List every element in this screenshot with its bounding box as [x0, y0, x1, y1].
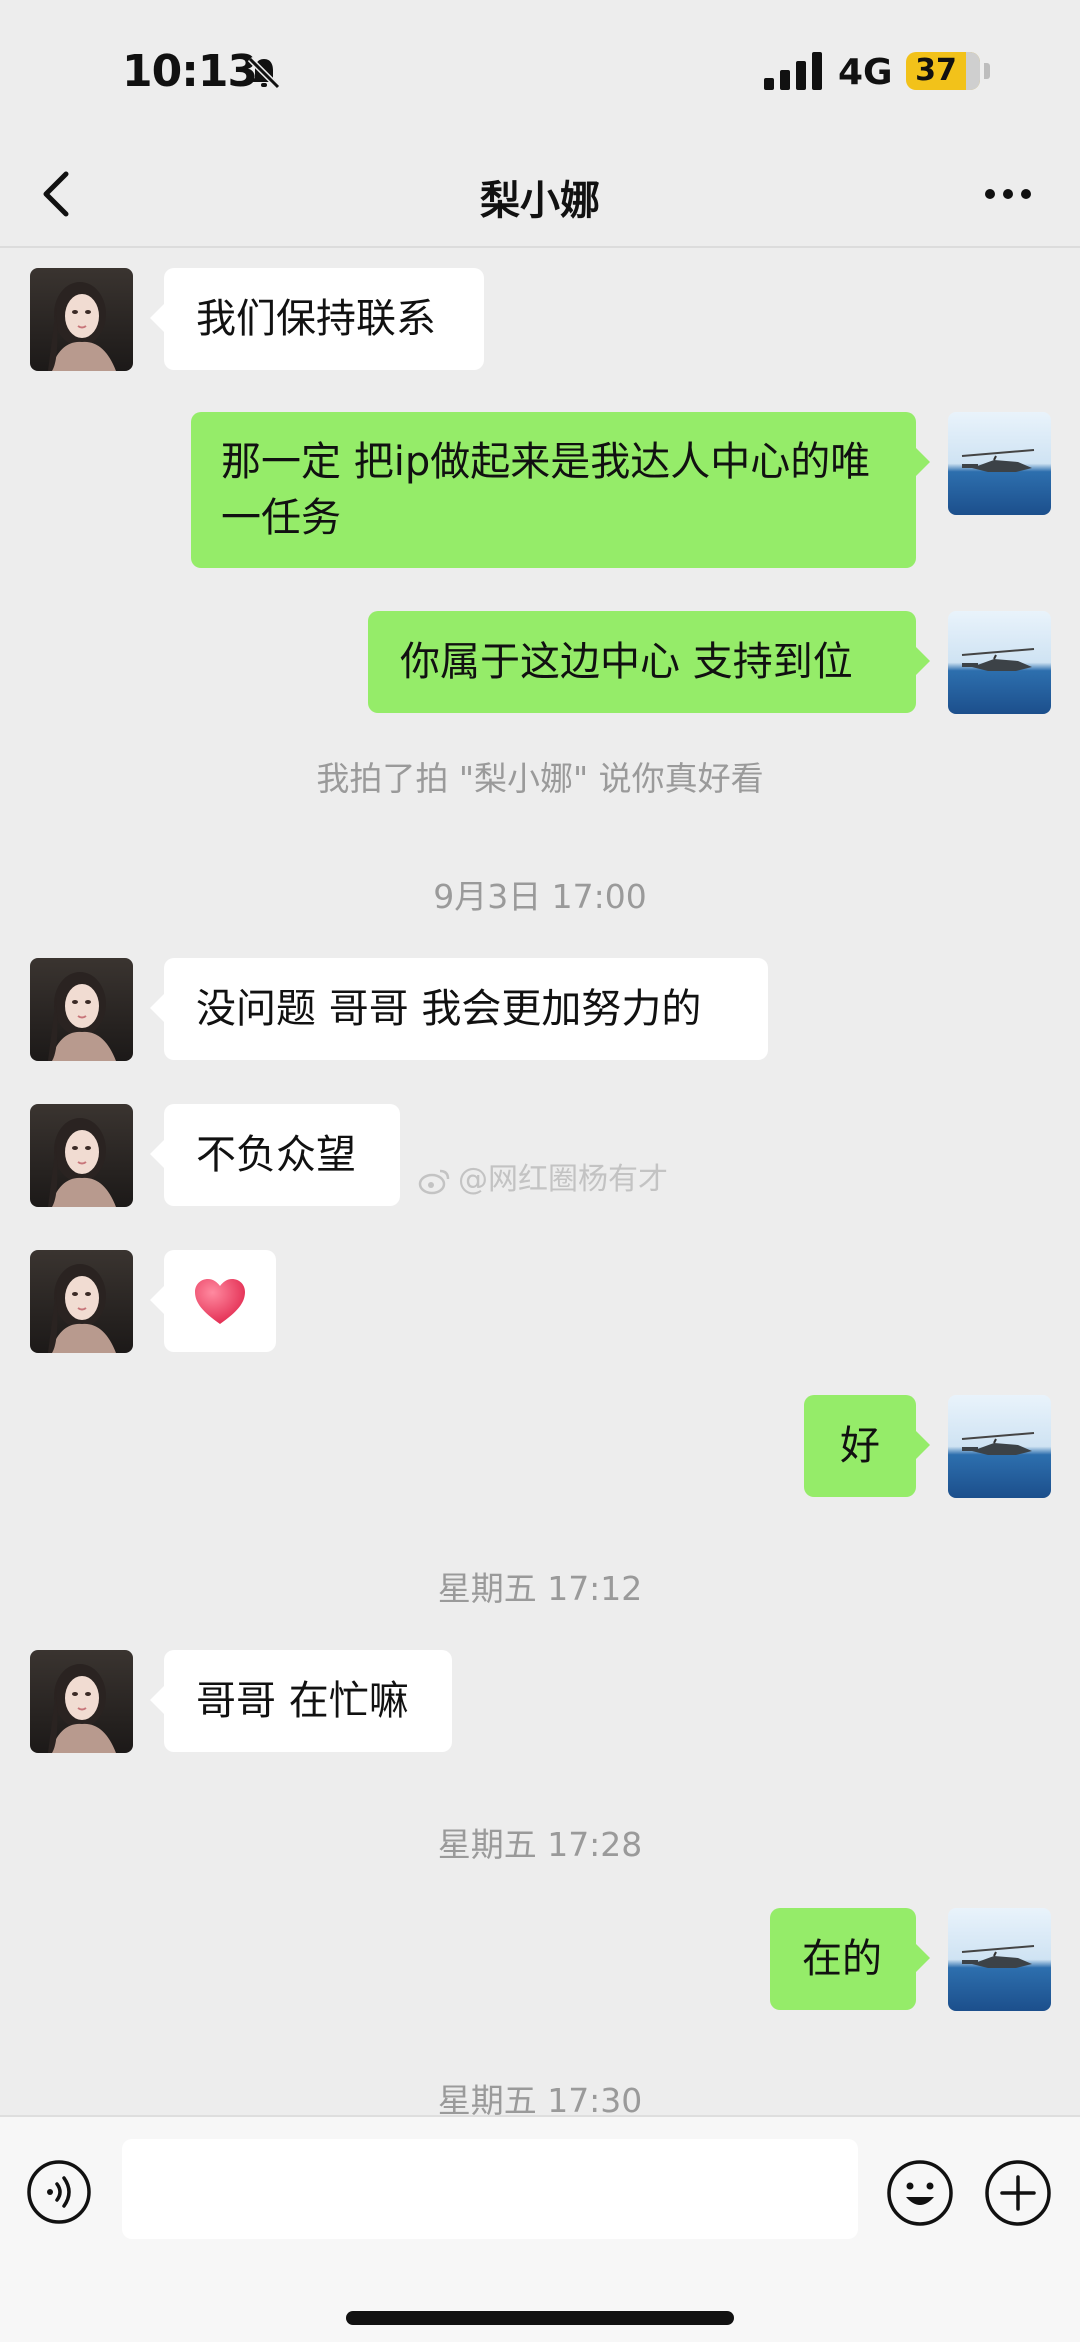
message-text: 没问题 哥哥 我会更加努力的	[196, 986, 702, 1032]
plus-icon[interactable]	[984, 2159, 1052, 2227]
bell-muted-icon	[247, 56, 281, 90]
contact-avatar[interactable]	[30, 1250, 133, 1353]
message-text: 我们保持联系	[196, 296, 436, 342]
incoming-message[interactable]: 不负众望	[150, 1104, 400, 1206]
watermark: @网红圈杨有才	[418, 1154, 668, 1198]
my-avatar[interactable]	[948, 412, 1051, 515]
my-avatar[interactable]	[948, 611, 1051, 714]
outgoing-message[interactable]: 好	[804, 1395, 930, 1497]
outgoing-message[interactable]: 你属于这边中心 支持到位	[368, 611, 930, 713]
battery-tip	[984, 63, 990, 79]
voice-icon[interactable]	[26, 2159, 92, 2225]
emoji-icon[interactable]	[886, 2159, 954, 2227]
contact-avatar[interactable]	[30, 1104, 133, 1207]
timestamp: 星期五 17:12	[437, 1569, 643, 1608]
weibo-icon	[418, 1169, 450, 1194]
message-text: 在的	[802, 1936, 882, 1982]
more-icon[interactable]	[982, 184, 1034, 204]
contact-avatar[interactable]	[30, 958, 133, 1061]
watermark-text: @网红圈杨有才	[458, 1162, 668, 1197]
message-text: 哥哥 在忙嘛	[196, 1678, 409, 1724]
chat-title: 梨小娜	[480, 178, 600, 224]
network-type: 4G	[838, 52, 893, 93]
incoming-message[interactable]: 没问题 哥哥 我会更加努力的	[150, 958, 768, 1060]
outgoing-message[interactable]: 在的	[770, 1908, 930, 2010]
my-avatar[interactable]	[948, 1395, 1051, 1498]
message-input[interactable]	[122, 2139, 858, 2239]
message-text: 好	[840, 1423, 880, 1469]
incoming-message[interactable]	[150, 1250, 276, 1352]
clock: 10:13	[122, 46, 258, 97]
battery-level: 37	[915, 53, 957, 88]
incoming-message[interactable]: 我们保持联系	[150, 268, 484, 370]
message-text: 那一定 把ip做起来是我达人中心的唯一任务	[221, 439, 871, 541]
message-text: 你属于这边中心 支持到位	[400, 639, 853, 685]
timestamp: 9月3日 17:00	[433, 877, 647, 916]
outgoing-message[interactable]: 那一定 把ip做起来是我达人中心的唯一任务	[191, 412, 930, 568]
contact-avatar[interactable]	[30, 268, 133, 371]
input-bar	[0, 2115, 1080, 2342]
chat-header: 梨小娜	[0, 140, 1080, 248]
signal-icon	[764, 52, 822, 90]
timestamp: 星期五 17:28	[437, 1825, 643, 1864]
contact-avatar[interactable]	[30, 1650, 133, 1753]
battery-indicator: 37	[906, 52, 980, 90]
status-bar: 10:13 4G 37	[0, 0, 1080, 140]
heart-icon	[195, 1279, 245, 1324]
message-text: 不负众望	[196, 1132, 356, 1178]
incoming-message[interactable]: 哥哥 在忙嘛	[150, 1650, 452, 1752]
my-avatar[interactable]	[948, 1908, 1051, 2011]
home-indicator[interactable]	[346, 2311, 734, 2325]
system-notice: 我拍了拍 "梨小娜" 说你真好看	[316, 759, 764, 798]
